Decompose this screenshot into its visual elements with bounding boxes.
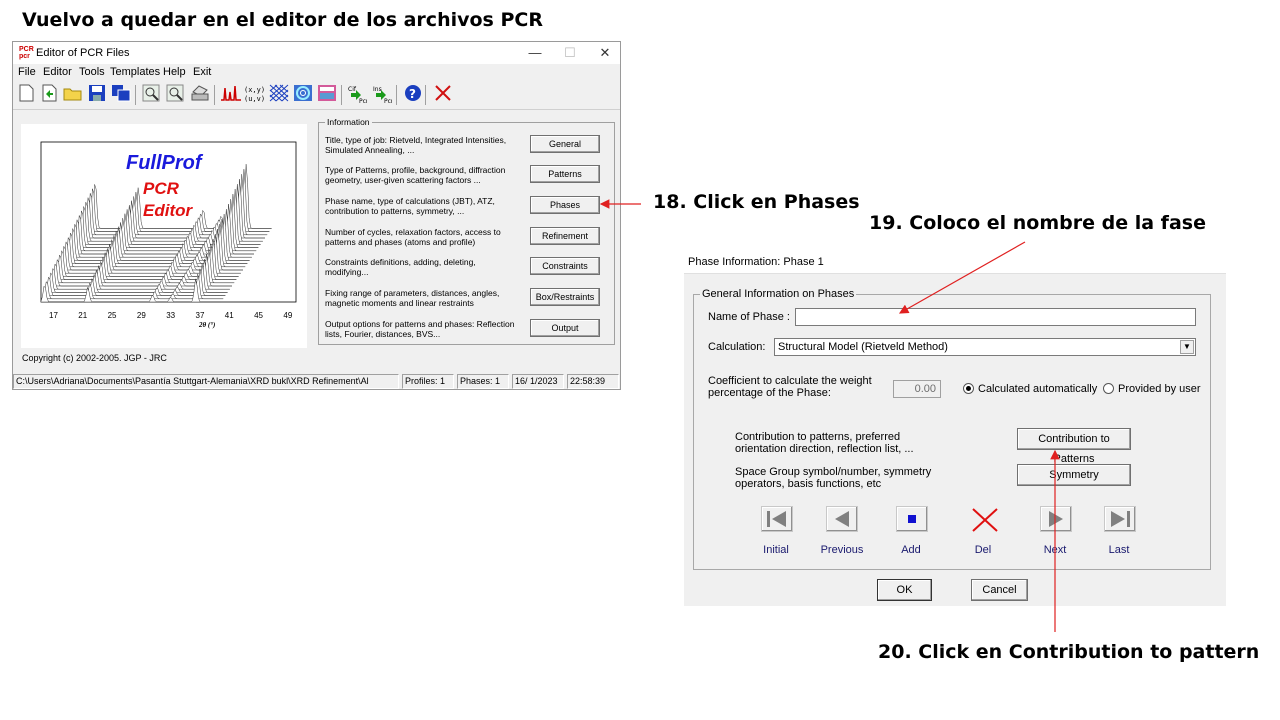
arrow-to-name-field <box>898 241 1026 314</box>
annotation-arrows <box>599 199 1060 632</box>
